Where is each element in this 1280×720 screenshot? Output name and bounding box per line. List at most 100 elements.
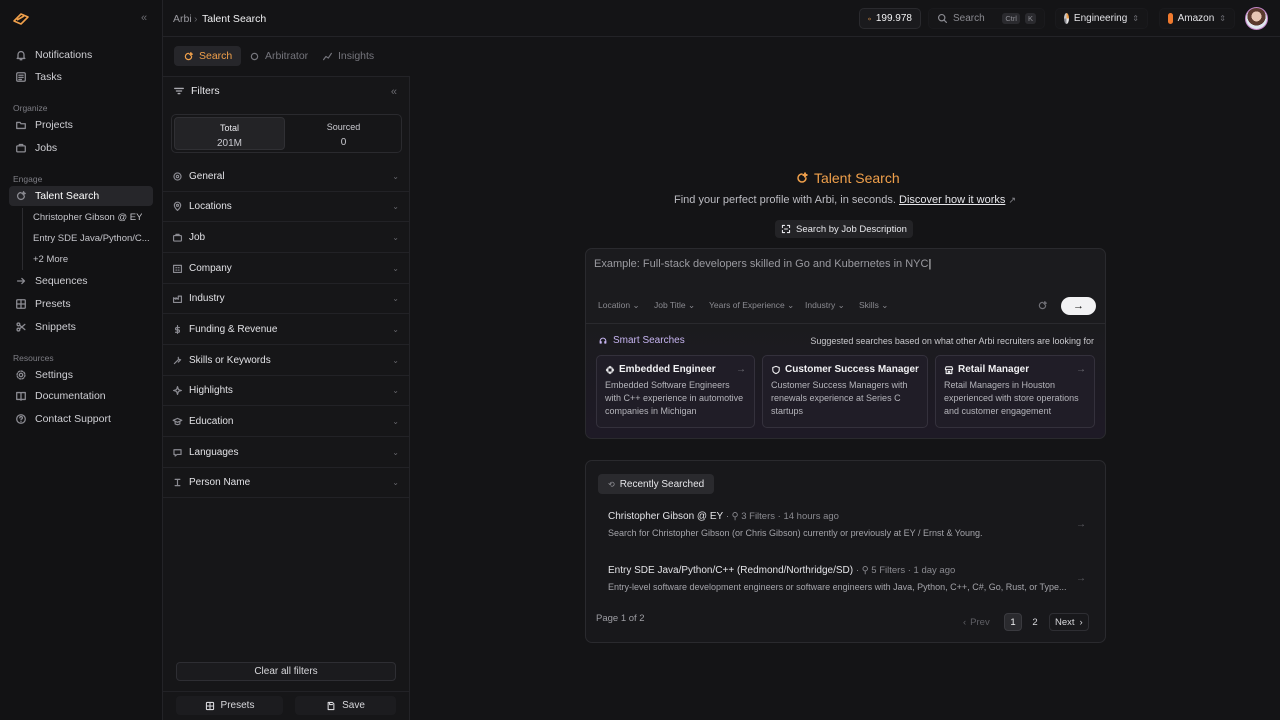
filter-company[interactable]: Company ⌄ bbox=[163, 254, 409, 284]
credits-badge[interactable]: 199.978 bbox=[859, 8, 921, 29]
submit-search-button[interactable]: → bbox=[1061, 297, 1096, 315]
filter-industry[interactable]: Industry ⌄ bbox=[163, 284, 409, 314]
sidebar-item-notifications[interactable]: Notifications bbox=[9, 45, 153, 65]
filter-lines-icon bbox=[174, 87, 184, 95]
chevron-right-icon: › bbox=[1079, 616, 1083, 628]
sidebar-item-presets[interactable]: Presets bbox=[9, 294, 153, 314]
global-search[interactable]: Search Ctrl K bbox=[928, 8, 1045, 29]
tools-icon bbox=[173, 356, 182, 365]
workspace-switcher[interactable]: Engineering ⇕ bbox=[1055, 8, 1148, 29]
filter-languages[interactable]: Languages ⌄ bbox=[163, 438, 409, 468]
company-switcher[interactable]: Amazon ⇕ bbox=[1159, 8, 1235, 29]
sidebar-subitem-more[interactable]: +2 More bbox=[33, 254, 68, 265]
recent-row-time: 1 day ago bbox=[913, 565, 956, 576]
filter-locations[interactable]: Locations ⌄ bbox=[163, 192, 409, 222]
sidebar-item-label: Jobs bbox=[35, 142, 58, 154]
chevron-down-icon: ⌄ bbox=[392, 294, 399, 303]
search-card: Example: Full-stack developers skilled i… bbox=[585, 248, 1106, 439]
tab-insights[interactable]: Insights bbox=[313, 46, 383, 66]
sidebar-item-sequences[interactable]: Sequences bbox=[9, 271, 153, 291]
chip-skills[interactable]: Skills ⌄ bbox=[859, 300, 888, 311]
sidebar-item-label: Documentation bbox=[35, 390, 106, 402]
chip-label: Industry bbox=[805, 300, 836, 310]
prev-page-button[interactable]: ‹ Prev bbox=[958, 613, 995, 631]
chevron-down-icon: ⌄ bbox=[392, 172, 399, 181]
filter-skills-keywords[interactable]: Skills or Keywords ⌄ bbox=[163, 346, 409, 376]
shortcut-k: K bbox=[1024, 13, 1036, 24]
amazon-logo-icon bbox=[1168, 13, 1173, 24]
section-label-organize: Organize bbox=[13, 103, 48, 113]
filter-funding-revenue[interactable]: Funding & Revenue ⌄ bbox=[163, 315, 409, 345]
sidebar-item-projects[interactable]: Projects bbox=[9, 115, 153, 135]
collapse-sidebar-icon[interactable]: « bbox=[141, 12, 147, 24]
filter-job[interactable]: Job ⌄ bbox=[163, 223, 409, 253]
collapse-filters-icon[interactable]: « bbox=[391, 86, 397, 98]
smart-card-customer-success[interactable]: Customer Success Manager Customer Succes… bbox=[762, 355, 928, 428]
chip-icon bbox=[605, 365, 615, 374]
sidebar-item-label: Settings bbox=[35, 369, 73, 381]
filter-person-name[interactable]: Person Name ⌄ bbox=[163, 468, 409, 498]
section-label-engage: Engage bbox=[13, 174, 43, 184]
sidebar-item-talent-search[interactable]: Talent Search bbox=[9, 186, 153, 206]
sidebar-item-documentation[interactable]: Documentation bbox=[9, 386, 153, 406]
filter-education[interactable]: Education ⌄ bbox=[163, 407, 409, 437]
filter-label: General bbox=[189, 171, 225, 182]
next-page-button[interactable]: Next › bbox=[1049, 613, 1089, 631]
presets-button[interactable]: Presets bbox=[176, 696, 283, 715]
tab-search[interactable]: Search bbox=[174, 46, 242, 66]
grid-icon bbox=[16, 299, 26, 309]
search-by-jd-button[interactable]: Search by Job Description bbox=[775, 220, 913, 238]
chevron-down-icon: ⌄ bbox=[392, 233, 399, 242]
page-button-2[interactable]: 2 bbox=[1026, 613, 1044, 631]
arbi-logo-icon[interactable] bbox=[12, 11, 30, 27]
briefcase-icon bbox=[172, 233, 183, 242]
recent-searches-card: ⟲ Recently Searched Christopher Gibson @… bbox=[585, 460, 1106, 643]
sidebar-subitem-recent-1[interactable]: Christopher Gibson @ EY bbox=[33, 212, 142, 223]
shield-icon bbox=[772, 365, 780, 374]
recent-row[interactable]: Christopher Gibson @ EY · ⚲ 3 Filters · … bbox=[598, 504, 1094, 550]
clear-filters-button[interactable]: Clear all filters bbox=[176, 662, 396, 681]
tasks-icon bbox=[16, 72, 26, 82]
search-placeholder: Search bbox=[953, 13, 985, 24]
hero-subtitle: Find your perfect profile with Arbi, in … bbox=[674, 194, 1016, 206]
breadcrumb-root[interactable]: Arbi bbox=[173, 13, 192, 25]
smart-searches-title: Smart Searches bbox=[613, 335, 685, 346]
chip-years-experience[interactable]: Years of Experience ⌄ bbox=[709, 300, 794, 311]
chevron-down-icon: ⌄ bbox=[392, 264, 399, 273]
tab-arbitrator[interactable]: Arbitrator bbox=[240, 46, 317, 66]
filter-general[interactable]: General ⌄ bbox=[163, 162, 409, 192]
filter-label: Job bbox=[189, 232, 206, 243]
enhance-icon[interactable] bbox=[1037, 300, 1048, 311]
chip-location[interactable]: Location ⌄ bbox=[598, 300, 640, 311]
workspace-name: Engineering bbox=[1073, 13, 1128, 24]
chevron-down-icon: ⌄ bbox=[392, 202, 399, 211]
chip-job-title[interactable]: Job Title ⌄ bbox=[654, 300, 695, 311]
smart-card-retail-manager[interactable]: Retail Manager Retail Managers in Housto… bbox=[935, 355, 1095, 428]
user-avatar[interactable] bbox=[1245, 7, 1268, 30]
smart-card-title: Customer Success Manager bbox=[785, 364, 919, 375]
sidebar-subitem-recent-2[interactable]: Entry SDE Java/Python/C... bbox=[33, 233, 150, 244]
stat-sourced[interactable]: Sourced 0 bbox=[288, 117, 399, 150]
sidebar-item-contact-support[interactable]: Contact Support bbox=[9, 409, 153, 429]
sidebar-item-jobs[interactable]: Jobs bbox=[9, 138, 153, 158]
stat-value: 0 bbox=[340, 137, 347, 148]
button-label: Save bbox=[342, 700, 365, 711]
recent-row[interactable]: Entry SDE Java/Python/C++ (Redmond/North… bbox=[598, 558, 1094, 604]
filter-label: Education bbox=[189, 416, 234, 427]
smart-card-embedded-engineer[interactable]: Embedded Engineer Embedded Software Engi… bbox=[596, 355, 755, 428]
page-button-1[interactable]: 1 bbox=[1004, 613, 1022, 631]
smart-searches-header: Smart Searches bbox=[598, 335, 685, 346]
sidebar-item-snippets[interactable]: Snippets bbox=[9, 317, 153, 337]
save-button[interactable]: Save bbox=[295, 696, 396, 715]
chip-industry[interactable]: Industry ⌄ bbox=[805, 300, 845, 311]
smart-card-desc: Embedded Software Engineers with C++ exp… bbox=[605, 380, 744, 416]
query-input[interactable]: Example: Full-stack developers skilled i… bbox=[594, 258, 931, 270]
sidebar-item-tasks[interactable]: Tasks bbox=[9, 67, 153, 87]
tab-label: Arbitrator bbox=[265, 50, 309, 62]
gear-icon bbox=[16, 370, 26, 380]
filter-highlights[interactable]: Highlights ⌄ bbox=[163, 376, 409, 406]
stat-total[interactable]: Total 201M bbox=[174, 117, 285, 150]
sidebar-item-settings[interactable]: Settings bbox=[9, 365, 153, 385]
discover-link[interactable]: Discover how it works bbox=[899, 194, 1005, 206]
chevron-down-icon: ⌄ bbox=[392, 325, 399, 334]
